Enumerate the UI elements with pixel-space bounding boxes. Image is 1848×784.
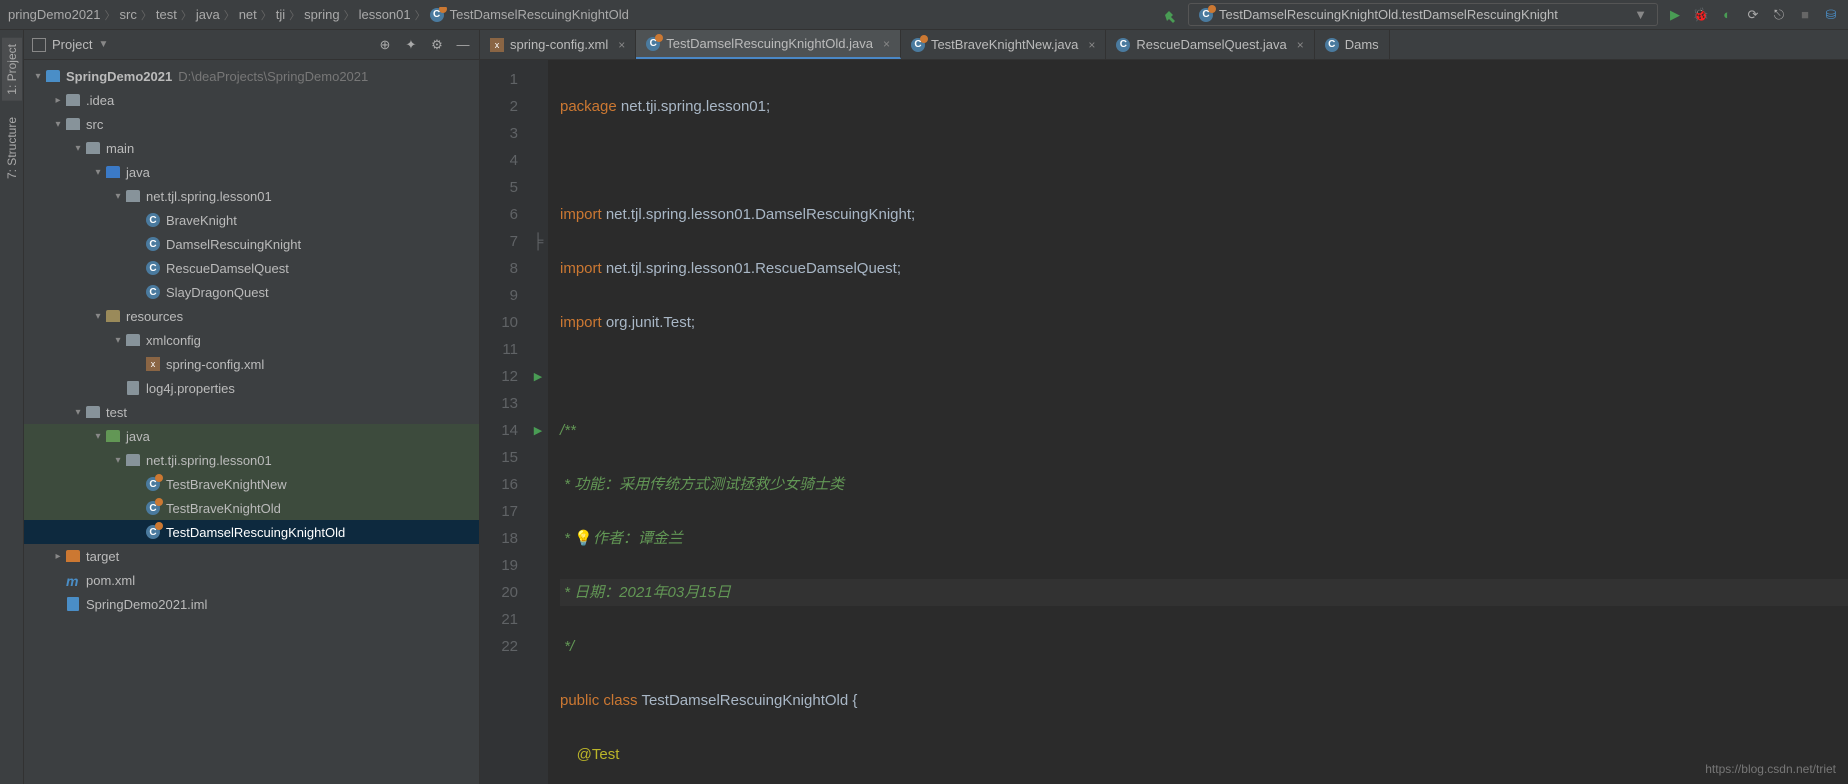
crumb[interactable]: lesson01 [359, 7, 411, 22]
top-actions: C TestDamselRescuingKnightOld.testDamsel… [1154, 3, 1840, 26]
close-icon[interactable]: × [1297, 38, 1304, 52]
crumb[interactable]: net [239, 7, 257, 22]
run-gutter-icon[interactable]: ▶ [534, 424, 542, 437]
editor-tab[interactable]: xspring-config.xml× [480, 30, 636, 59]
editor-area: xspring-config.xml× CTestDamselRescuingK… [480, 30, 1848, 784]
run-config-label: TestDamselRescuingKnightOld.testDamselRe… [1219, 7, 1558, 22]
run-gutter-icon[interactable]: ▶ [534, 370, 542, 383]
line-numbers: 12345678910111213141516171819202122 [480, 60, 528, 784]
tree-iml[interactable]: SpringDemo2021.iml [24, 592, 479, 616]
close-icon[interactable]: × [883, 37, 890, 51]
tree-class[interactable]: CDamselRescuingKnight [24, 232, 479, 256]
breadcrumbs: pringDemo2021〉 src〉 test〉 java〉 net〉 tji… [8, 7, 1154, 23]
project-panel-title[interactable]: Project ▼ [32, 37, 377, 52]
tree-pkg-main[interactable]: ▾net.tjl.spring.lesson01 [24, 184, 479, 208]
top-bar: pringDemo2021〉 src〉 test〉 java〉 net〉 tji… [0, 0, 1848, 30]
tree-resources[interactable]: ▾resources [24, 304, 479, 328]
settings-icon[interactable]: ⚙ [429, 37, 445, 53]
structure-tool-tab[interactable]: 7: Structure [2, 111, 22, 185]
tree-testclass[interactable]: CTestBraveKnightOld [24, 496, 479, 520]
class-icon: C [1325, 38, 1339, 52]
run-config-icon: C [1199, 8, 1213, 22]
tree-idea[interactable]: ▸.idea [24, 88, 479, 112]
coverage-icon[interactable]: ◐ [1718, 6, 1736, 24]
watermark: https://blog.csdn.net/triet [1705, 762, 1836, 776]
stop-icon[interactable]: ■ [1796, 6, 1814, 24]
crumb[interactable]: pringDemo2021 [8, 7, 101, 22]
run-icon[interactable]: ▶ [1666, 6, 1684, 24]
editor-tab[interactable]: CTestBraveKnightNew.java× [901, 30, 1106, 59]
crumb[interactable]: TestDamselRescuingKnightOld [450, 7, 629, 22]
run-config-selector[interactable]: C TestDamselRescuingKnightOld.testDamsel… [1188, 3, 1658, 26]
tree-java-main[interactable]: ▾java [24, 160, 479, 184]
crumb[interactable]: src [120, 7, 137, 22]
crumb[interactable]: tji [276, 7, 285, 22]
crumb[interactable]: test [156, 7, 177, 22]
tree-pkg-test[interactable]: ▾net.tji.spring.lesson01 [24, 448, 479, 472]
code-content[interactable]: package net.tji.spring.lesson01; import … [548, 60, 1848, 784]
class-icon: C [646, 37, 660, 51]
chevron-down-icon: ▼ [1634, 7, 1647, 22]
tree-test[interactable]: ▾test [24, 400, 479, 424]
editor-gutter: ╞ ▶ ▶ [528, 60, 548, 784]
code-editor[interactable]: 12345678910111213141516171819202122 ╞ ▶ … [480, 60, 1848, 784]
tree-log4j[interactable]: log4j.properties [24, 376, 479, 400]
editor-tab[interactable]: CDams [1315, 30, 1390, 59]
tool-window-stripe: 1: Project 7: Structure [0, 30, 24, 784]
tree-class[interactable]: CBraveKnight [24, 208, 479, 232]
bulb-icon[interactable]: 💡 [574, 530, 593, 547]
build-icon[interactable] [1162, 6, 1180, 24]
expand-icon[interactable]: ✦ [403, 37, 419, 53]
tree-java-test[interactable]: ▾java [24, 424, 479, 448]
class-icon: C [1116, 38, 1130, 52]
xml-icon: x [490, 38, 504, 52]
hide-icon[interactable]: — [455, 37, 471, 53]
tree-target[interactable]: ▸target [24, 544, 479, 568]
editor-tabs: xspring-config.xml× CTestDamselRescuingK… [480, 30, 1848, 60]
tree-class[interactable]: CSlayDragonQuest [24, 280, 479, 304]
tree-root[interactable]: ▾SpringDemo2021D:\deaProjects\SpringDemo… [24, 64, 479, 88]
debug-icon[interactable]: 🐞 [1692, 6, 1710, 24]
close-icon[interactable]: × [1088, 38, 1095, 52]
class-icon: C [430, 8, 444, 22]
close-icon[interactable]: × [618, 38, 625, 52]
editor-tab[interactable]: CRescueDamselQuest.java× [1106, 30, 1314, 59]
project-tool-tab[interactable]: 1: Project [2, 38, 22, 101]
project-tree: ▾SpringDemo2021D:\deaProjects\SpringDemo… [24, 60, 479, 784]
tree-pom[interactable]: mpom.xml [24, 568, 479, 592]
attach-icon[interactable]: ⎋ [1770, 6, 1788, 24]
vcs-icon[interactable]: ⛁ [1822, 6, 1840, 24]
tree-testclass-selected[interactable]: CTestDamselRescuingKnightOld [24, 520, 479, 544]
select-opened-icon[interactable]: ⊕ [377, 37, 393, 53]
tree-src[interactable]: ▾src [24, 112, 479, 136]
tree-main[interactable]: ▾main [24, 136, 479, 160]
tree-xmlconfig[interactable]: ▾xmlconfig [24, 328, 479, 352]
crumb[interactable]: spring [304, 7, 339, 22]
editor-tab-active[interactable]: CTestDamselRescuingKnightOld.java× [636, 30, 901, 59]
class-icon: C [911, 38, 925, 52]
profile-icon[interactable]: ⟳ [1744, 6, 1762, 24]
tree-springxml[interactable]: xspring-config.xml [24, 352, 479, 376]
crumb[interactable]: java [196, 7, 220, 22]
tree-testclass[interactable]: CTestBraveKnightNew [24, 472, 479, 496]
project-panel: Project ▼ ⊕ ✦ ⚙ — ▾SpringDemo2021D:\deaP… [24, 30, 480, 784]
tree-class[interactable]: CRescueDamselQuest [24, 256, 479, 280]
